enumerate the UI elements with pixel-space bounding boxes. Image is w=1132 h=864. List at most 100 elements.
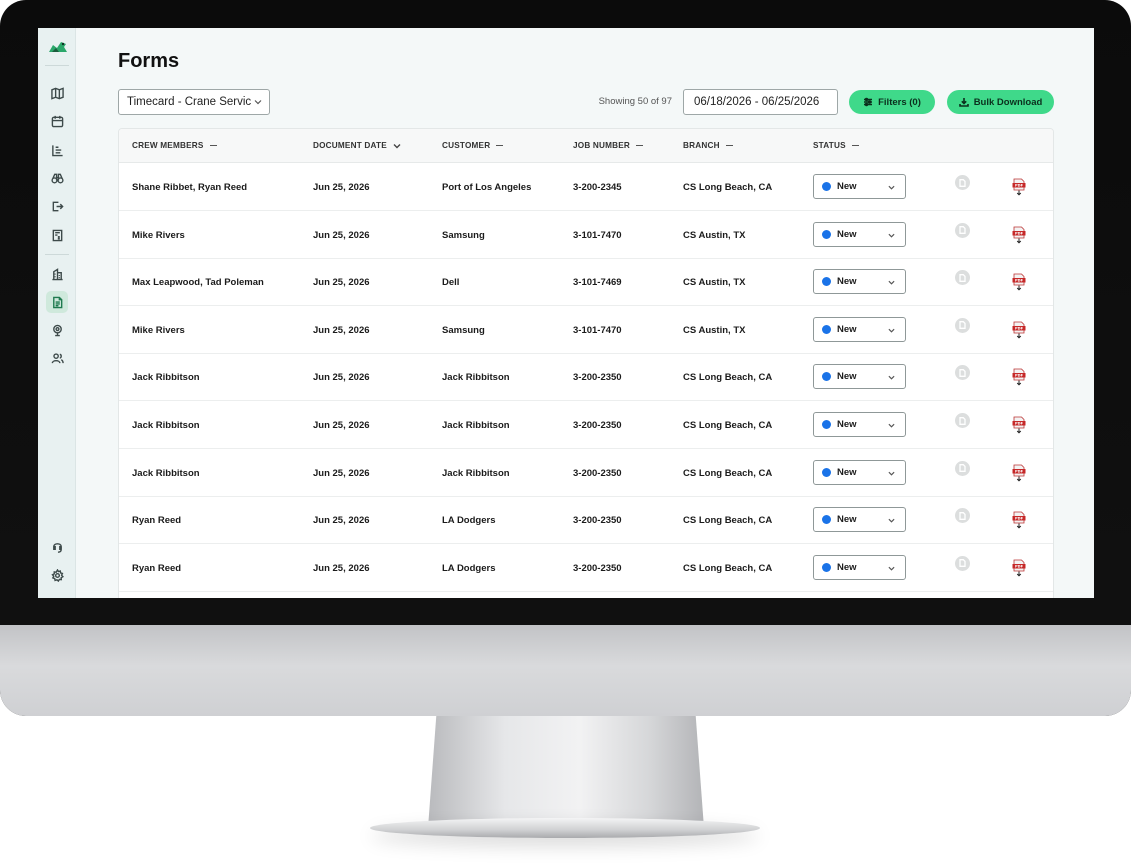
pdf-download-icon[interactable]: PDF xyxy=(1012,416,1026,434)
logout-icon[interactable] xyxy=(46,195,68,217)
job-number-cell: 3-200-2350 xyxy=(573,562,622,574)
bulk-download-label: Bulk Download xyxy=(973,96,1043,108)
status-select[interactable]: New xyxy=(813,412,906,437)
sort-none-icon xyxy=(496,145,504,146)
chevron-down-icon xyxy=(888,566,895,571)
pdf-download-icon[interactable]: PDF xyxy=(1012,226,1026,244)
status-select[interactable]: New xyxy=(813,174,906,199)
sort-desc-icon xyxy=(393,143,401,148)
svg-text:PDF: PDF xyxy=(1015,469,1024,473)
table-row[interactable]: Jack Ribbitson Jun 25, 2026 Jack Ribbits… xyxy=(119,401,1053,449)
sidebar xyxy=(38,28,76,598)
pdf-download-icon[interactable]: PDF xyxy=(1012,273,1026,291)
form-type-select[interactable]: Timecard - Crane Servic xyxy=(118,89,270,115)
app-screen: Forms Timecard - Crane Servic Showing 50… xyxy=(38,28,1094,598)
status-select[interactable]: New xyxy=(813,221,906,247)
column-header-crew[interactable]: CREW MEMBERS xyxy=(132,141,217,150)
pdf-download-icon[interactable]: PDF xyxy=(1012,559,1026,577)
customer-cell: Jack Ribbitson xyxy=(442,372,510,384)
pdf-download-icon[interactable]: PDF xyxy=(1012,464,1026,482)
crew-cell: Jack Ribbitson xyxy=(132,420,200,431)
document-icon[interactable] xyxy=(955,317,970,333)
chevron-down-icon xyxy=(888,376,895,381)
column-header-job[interactable]: JOB NUMBER xyxy=(573,141,644,150)
job-number-cell: 3-101-7469 xyxy=(573,277,622,289)
customer-cell: LA Dodgers xyxy=(442,562,496,574)
pdf-download-icon[interactable]: PDF xyxy=(1012,178,1026,196)
status-dot xyxy=(822,515,831,525)
status-label: New xyxy=(837,181,857,192)
document-icon[interactable] xyxy=(955,175,970,190)
status-select[interactable]: New xyxy=(813,554,906,580)
table-row[interactable]: Mike Rivers Jun 25, 2026 Samsung 3-101-7… xyxy=(119,211,1053,259)
status-label: New xyxy=(837,466,857,478)
document-icon[interactable] xyxy=(955,413,970,428)
status-label: New xyxy=(837,323,857,335)
table-row[interactable]: Mike Rivers Jun 25, 2026 Samsung 3-101-7… xyxy=(119,306,1053,354)
table-row[interactable]: Ryan Reed Jun 25, 2026 LA Dodgers 3-200-… xyxy=(119,544,1053,592)
branch-cell: CS Long Beach, CA xyxy=(683,467,773,479)
chart-icon[interactable] xyxy=(46,139,68,161)
status-label: New xyxy=(837,276,857,288)
date-cell: Jun 25, 2026 xyxy=(313,467,370,479)
map-icon[interactable] xyxy=(46,82,68,104)
date-cell: Jun 25, 2026 xyxy=(313,562,370,574)
status-select[interactable]: New xyxy=(813,364,906,390)
status-select[interactable]: New xyxy=(813,316,906,342)
users-icon[interactable] xyxy=(46,347,68,369)
document-icon[interactable] xyxy=(955,365,970,381)
sort-none-icon xyxy=(851,145,859,146)
document-icon[interactable] xyxy=(955,222,970,238)
invoice-icon[interactable] xyxy=(46,224,68,246)
frog-logo-icon[interactable] xyxy=(48,40,68,54)
svg-text:PDF: PDF xyxy=(1015,517,1024,521)
chevron-down-icon xyxy=(888,423,895,428)
building-icon[interactable] xyxy=(46,263,68,285)
column-header-date[interactable]: DOCUMENT DATE xyxy=(313,141,401,150)
status-dot xyxy=(822,420,831,429)
pdf-download-icon[interactable]: PDF xyxy=(1012,511,1026,529)
date-range-input[interactable]: 06/18/2026 - 06/25/2026 xyxy=(683,89,838,115)
column-header-label: DOCUMENT DATE xyxy=(313,141,387,150)
location-icon[interactable] xyxy=(46,319,68,341)
table-row[interactable]: Max Leapwood, Tad Poleman Jun 25, 2026 D… xyxy=(119,258,1053,307)
document-icon[interactable] xyxy=(955,460,970,476)
job-number-cell: 3-200-2350 xyxy=(573,467,622,479)
filters-button[interactable]: Filters (0) xyxy=(849,90,935,114)
status-select[interactable]: New xyxy=(813,507,906,533)
column-header-customer[interactable]: CUSTOMER xyxy=(442,141,504,150)
calendar-icon[interactable] xyxy=(46,110,68,132)
monitor-stand xyxy=(428,716,704,828)
column-header-branch[interactable]: BRANCH xyxy=(683,141,733,150)
crew-cell: Ryan Reed xyxy=(132,562,182,574)
status-select[interactable]: New xyxy=(813,269,906,295)
status-select[interactable]: New xyxy=(813,459,906,485)
table-row[interactable]: Shane Ribbet, Ryan Reed Jun 25, 2026 Por… xyxy=(119,163,1053,211)
forms-icon[interactable] xyxy=(46,291,68,313)
binoculars-icon[interactable] xyxy=(46,167,68,189)
table-row[interactable]: Ryan Reed Jun 25, 2026 LA Dodgers 3-200-… xyxy=(119,496,1053,545)
document-icon[interactable] xyxy=(955,555,970,571)
customer-cell: LA Dodgers xyxy=(442,515,496,527)
svg-text:PDF: PDF xyxy=(1015,231,1024,235)
page-title: Forms xyxy=(118,50,180,72)
settings-icon[interactable] xyxy=(46,564,68,586)
document-icon[interactable] xyxy=(955,508,970,524)
support-icon[interactable] xyxy=(46,536,68,558)
monitor-chin xyxy=(0,625,1131,716)
column-header-status[interactable]: STATUS xyxy=(813,141,859,150)
crew-cell: Mike Rivers xyxy=(132,229,185,241)
date-cell: Jun 25, 2026 xyxy=(313,420,370,431)
forms-table: CREW MEMBERS DOCUMENT DATE CUSTOMER JOB … xyxy=(118,128,1054,598)
svg-text:PDF: PDF xyxy=(1015,564,1024,568)
pdf-download-icon[interactable]: PDF xyxy=(1012,321,1026,339)
svg-text:PDF: PDF xyxy=(1015,184,1024,188)
bulk-download-button[interactable]: Bulk Download xyxy=(947,90,1054,114)
status-dot xyxy=(822,229,831,239)
sort-none-icon xyxy=(725,145,733,146)
table-row[interactable]: Jack Ribbitson Jun 25, 2026 Jack Ribbits… xyxy=(119,353,1053,402)
pdf-download-icon[interactable]: PDF xyxy=(1012,368,1026,386)
table-row[interactable]: Jack Ribbitson Jun 25, 2026 Jack Ribbits… xyxy=(119,449,1053,497)
document-icon[interactable] xyxy=(955,270,970,286)
branch-cell: CS Long Beach, CA xyxy=(683,420,773,431)
